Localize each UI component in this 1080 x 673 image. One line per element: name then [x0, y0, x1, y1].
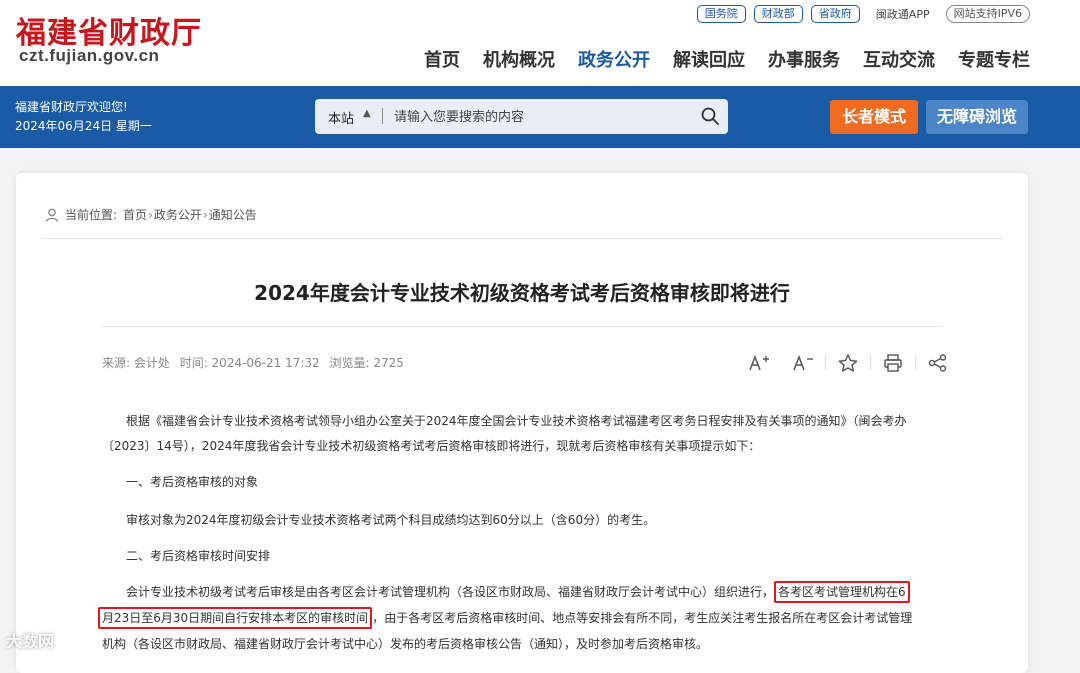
search-box: 本站 ▲︎ — [315, 99, 728, 134]
nav-interaction[interactable]: 互动交流 — [863, 46, 935, 72]
breadcrumb-notices[interactable]: 通知公告 — [209, 206, 257, 223]
breadcrumb-label: 当前位置: — [65, 208, 118, 222]
nav-gov-affairs[interactable]: 政务公开 — [578, 46, 650, 72]
highlight-box-1: 各考区考试管理机构在6 — [774, 581, 910, 603]
font-decrease-icon[interactable] — [792, 353, 814, 373]
article-meta: 来源: 会计处 时间: 2024-06-21 17:32 浏览量: 2725 — [102, 354, 410, 371]
welcome-block: 福建省财政厅欢迎您! 2024年06月24日 星期一 — [15, 98, 152, 136]
breadcrumb-divider — [41, 238, 1003, 239]
elder-mode-button[interactable]: 长者模式 — [830, 100, 918, 134]
nav-interpretation[interactable]: 解读回应 — [673, 46, 745, 72]
article-tools — [748, 353, 949, 373]
paragraph-2: 审核对象为2024年度初级会计专业技术资格考试两个科目成绩均达到60分以上（含6… — [126, 513, 656, 527]
highlight-box-2: 月23日至6月30日期间自行安排本考区的审核时间 — [98, 607, 373, 629]
article-views: 浏览量: 2725 — [329, 356, 404, 370]
link-mzt-app[interactable]: 闽政通APP — [876, 6, 930, 22]
site-header: 福建省财政厅 czt.fujian.gov.cn 国务院 财政部 省政府 闽政通… — [0, 0, 1080, 86]
tool-separator — [915, 356, 916, 370]
watermark-text: 大数网 — [6, 632, 55, 651]
title-divider — [102, 326, 942, 327]
paragraph-3a: 会计专业技术初级考试考后审核是由各考区会计考试管理机构（各设区市财政局、福建省财… — [102, 580, 966, 605]
search-divider — [382, 108, 383, 124]
article-source: 来源: 会计处 — [102, 356, 170, 370]
user-location-icon — [45, 208, 59, 222]
nav-organization[interactable]: 机构概况 — [483, 46, 555, 72]
link-ministry-finance[interactable]: 财政部 — [753, 5, 803, 23]
breadcrumb-gov-affairs[interactable]: 政务公开 — [154, 206, 202, 223]
nav-services[interactable]: 办事服务 — [768, 46, 840, 72]
star-favorite-icon[interactable] — [837, 353, 859, 373]
article-card: 当前位置: 首页 › 政务公开 › 通知公告 2024年度会计专业技术初级资格考… — [16, 173, 1028, 673]
paragraph-3b: 月23日至6月30日期间自行安排本考区的审核时间 ，由于各考区考后资格审核时间、地… — [98, 606, 938, 631]
article-time: 时间: 2024-06-21 17:32 — [179, 356, 320, 370]
search-scope-select[interactable]: 本站 — [328, 108, 354, 127]
site-domain: czt.fujian.gov.cn — [19, 46, 160, 65]
tool-separator — [870, 356, 871, 370]
font-increase-icon[interactable] — [748, 353, 770, 373]
breadcrumb-sep-icon: › — [148, 207, 153, 222]
updown-arrow-icon[interactable]: ▲︎ — [363, 108, 371, 119]
ipv6-badge: 网站支持IPV6 — [945, 5, 1030, 23]
section-heading-1: 一、考后资格审核的对象 — [126, 475, 259, 489]
nav-topics[interactable]: 专题专栏 — [958, 46, 1030, 72]
nav-home[interactable]: 首页 — [424, 46, 460, 72]
section-heading-2: 二、考后资格审核时间安排 — [126, 549, 271, 563]
breadcrumb: 当前位置: 首页 › 政务公开 › 通知公告 — [44, 206, 257, 223]
share-icon[interactable] — [927, 353, 949, 373]
search-icon[interactable] — [700, 106, 720, 126]
top-links: 国务院 财政部 省政府 闽政通APP 网站支持IPV6 — [696, 5, 1030, 23]
accessibility-button[interactable]: 无障碍浏览 — [926, 100, 1028, 134]
main-nav: 首页 机构概况 政务公开 解读回应 办事服务 互动交流 专题专栏 — [424, 46, 1030, 72]
breadcrumb-sep-icon: › — [202, 207, 208, 222]
banner-bar: 福建省财政厅欢迎您! 2024年06月24日 星期一 本站 ▲︎ 长者模式 无障… — [0, 86, 1080, 148]
current-date: 2024年06月24日 星期一 — [15, 119, 152, 133]
paragraph-3b-text: ，由于各考区考后资格审核时间、地点等安排会有所不同，考生应关注考生报名所在考区会… — [372, 611, 913, 625]
paragraph-3a-text: 会计专业技术初级考试考后审核是由各考区会计考试管理机构（各设区市财政局、福建省财… — [126, 585, 775, 599]
tool-separator — [825, 356, 826, 370]
paragraph-1b: 〔2023〕14号），2024年度我省会计专业技术初级资格考试考后资格审核即将进… — [102, 439, 761, 453]
link-state-council[interactable]: 国务院 — [696, 5, 746, 23]
welcome-text: 福建省财政厅欢迎您! — [15, 100, 128, 114]
link-provincial-gov[interactable]: 省政府 — [810, 5, 860, 23]
print-icon[interactable] — [882, 353, 904, 373]
paragraph-3c: 机构（各设区市财政局、福建省财政厅会计考试中心）发布的考后资格审核公告（通知），… — [102, 637, 709, 651]
paragraph-1a: 根据《福建省会计专业技术资格考试领导小组办公室关于2024年度全国会计专业技术资… — [126, 414, 907, 428]
article-title: 2024年度会计专业技术初级资格考试考后资格审核即将进行 — [254, 281, 790, 305]
search-input[interactable] — [392, 104, 686, 130]
breadcrumb-home[interactable]: 首页 — [123, 206, 147, 223]
